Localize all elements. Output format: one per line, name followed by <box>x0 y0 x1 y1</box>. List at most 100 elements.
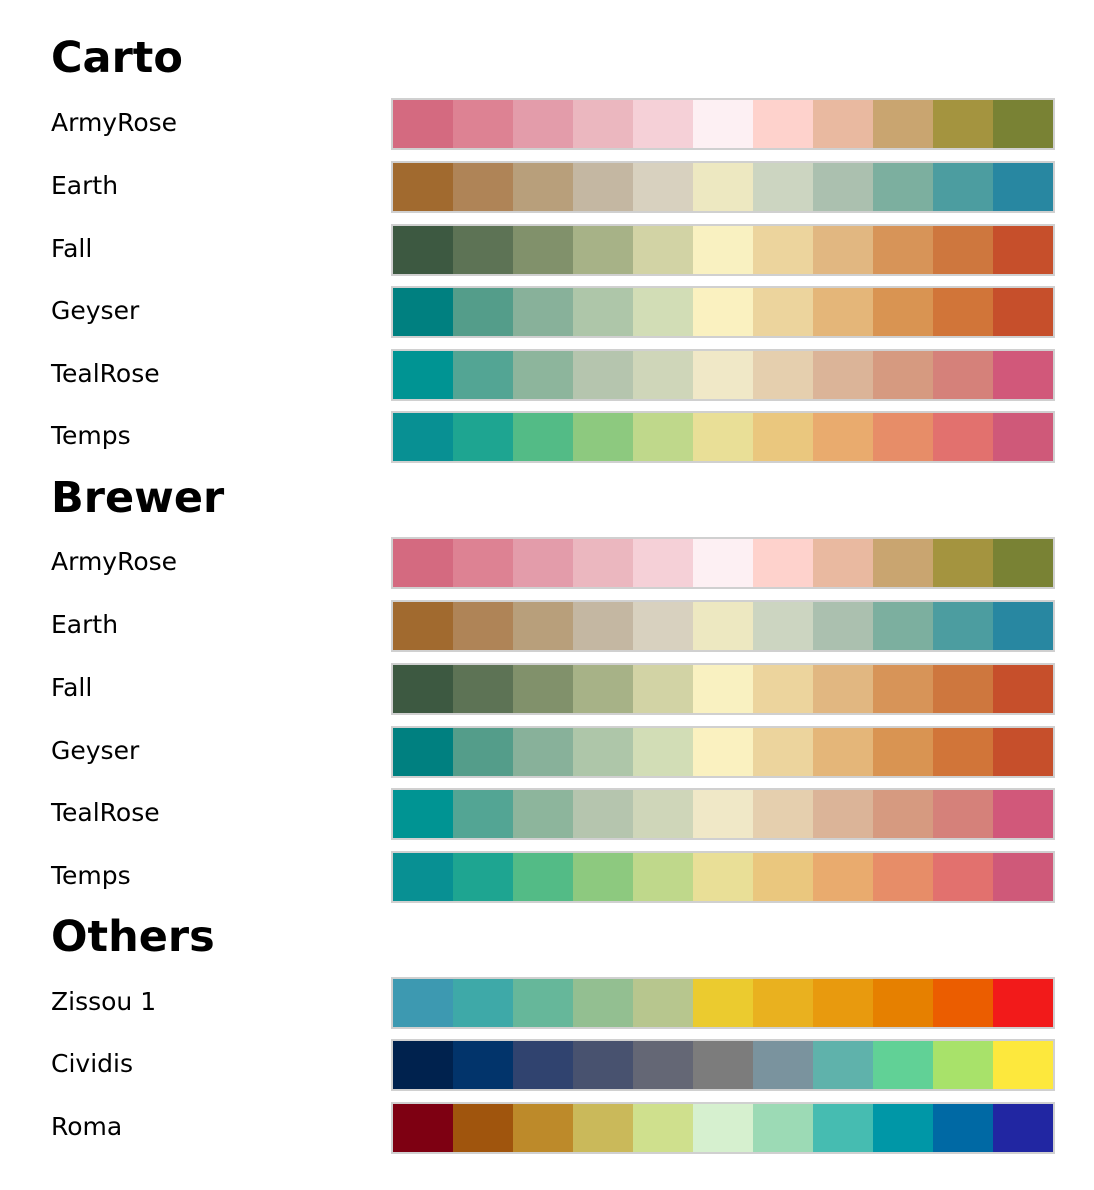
color-swatch <box>933 226 993 274</box>
color-swatch <box>573 602 633 650</box>
color-swatch <box>753 351 813 399</box>
color-swatch <box>633 288 693 336</box>
palette-label: Earth <box>51 171 119 200</box>
color-swatch <box>933 1041 993 1089</box>
color-swatch <box>993 728 1053 776</box>
color-swatch <box>873 539 933 587</box>
color-swatch <box>573 853 633 901</box>
color-swatch <box>753 163 813 211</box>
color-swatch <box>693 226 753 274</box>
color-swatch <box>753 226 813 274</box>
color-swatch <box>753 979 813 1027</box>
color-swatch <box>693 100 753 148</box>
color-swatch <box>513 665 573 713</box>
color-swatch <box>453 288 513 336</box>
color-swatch <box>573 163 633 211</box>
color-swatch <box>693 853 753 901</box>
color-swatch <box>453 602 513 650</box>
color-swatch <box>513 728 573 776</box>
color-swatch <box>813 790 873 838</box>
color-swatch <box>453 163 513 211</box>
color-swatch <box>573 979 633 1027</box>
color-swatch <box>873 351 933 399</box>
color-swatch <box>513 226 573 274</box>
color-swatch <box>933 602 993 650</box>
color-swatch <box>393 790 453 838</box>
color-swatch <box>933 351 993 399</box>
color-swatch <box>633 1041 693 1089</box>
palette-strip <box>391 1102 1055 1154</box>
color-swatch <box>813 413 873 461</box>
color-swatch <box>993 1041 1053 1089</box>
color-swatch <box>933 1104 993 1152</box>
color-swatch <box>753 602 813 650</box>
color-swatch <box>633 602 693 650</box>
palette-strip <box>391 788 1055 840</box>
color-swatch <box>513 1104 573 1152</box>
color-swatch <box>453 790 513 838</box>
color-swatch <box>753 665 813 713</box>
color-swatch <box>993 602 1053 650</box>
color-swatch <box>993 413 1053 461</box>
color-swatch <box>453 853 513 901</box>
palette-label: Cividis <box>51 1049 133 1078</box>
color-swatch <box>813 288 873 336</box>
section-title: Carto <box>51 33 183 83</box>
palette-label: Fall <box>51 234 93 263</box>
color-swatch <box>573 665 633 713</box>
color-swatch <box>453 979 513 1027</box>
color-swatch <box>513 163 573 211</box>
color-swatch <box>873 790 933 838</box>
palette-label: ArmyRose <box>51 547 178 576</box>
color-swatch <box>633 665 693 713</box>
color-swatch <box>573 413 633 461</box>
color-swatch <box>393 728 453 776</box>
color-swatch <box>993 288 1053 336</box>
color-swatch <box>693 413 753 461</box>
color-swatch <box>393 602 453 650</box>
palette-strip <box>391 663 1055 715</box>
color-swatch <box>753 853 813 901</box>
color-swatch <box>453 100 513 148</box>
color-swatch <box>693 602 753 650</box>
color-swatch <box>513 790 573 838</box>
color-swatch <box>753 100 813 148</box>
palette-gallery: Carto ArmyRose Earth Fall Geyser TealRose Temp… <box>0 0 1094 1190</box>
color-swatch <box>693 1041 753 1089</box>
color-swatch <box>573 100 633 148</box>
color-swatch <box>633 163 693 211</box>
color-swatch <box>873 1041 933 1089</box>
color-swatch <box>693 351 753 399</box>
color-swatch <box>453 413 513 461</box>
color-swatch <box>513 351 573 399</box>
color-swatch <box>513 853 573 901</box>
palette-label: TealRose <box>51 359 160 388</box>
color-swatch <box>813 226 873 274</box>
color-swatch <box>633 1104 693 1152</box>
color-swatch <box>573 226 633 274</box>
color-swatch <box>753 1104 813 1152</box>
color-swatch <box>873 728 933 776</box>
color-swatch <box>873 665 933 713</box>
color-swatch <box>393 853 453 901</box>
color-swatch <box>873 288 933 336</box>
color-swatch <box>933 790 993 838</box>
color-swatch <box>933 163 993 211</box>
color-swatch <box>393 288 453 336</box>
color-swatch <box>453 1104 513 1152</box>
palette-label: Earth <box>51 610 119 639</box>
color-swatch <box>693 163 753 211</box>
color-swatch <box>753 1041 813 1089</box>
color-swatch <box>573 790 633 838</box>
color-swatch <box>453 1041 513 1089</box>
color-swatch <box>873 226 933 274</box>
palette-strip <box>391 851 1055 903</box>
color-swatch <box>693 728 753 776</box>
palette-strip <box>391 98 1055 150</box>
color-swatch <box>813 853 873 901</box>
color-swatch <box>753 413 813 461</box>
palette-strip <box>391 977 1055 1029</box>
palette-label: Geyser <box>51 296 140 325</box>
color-swatch <box>933 665 993 713</box>
color-swatch <box>393 979 453 1027</box>
